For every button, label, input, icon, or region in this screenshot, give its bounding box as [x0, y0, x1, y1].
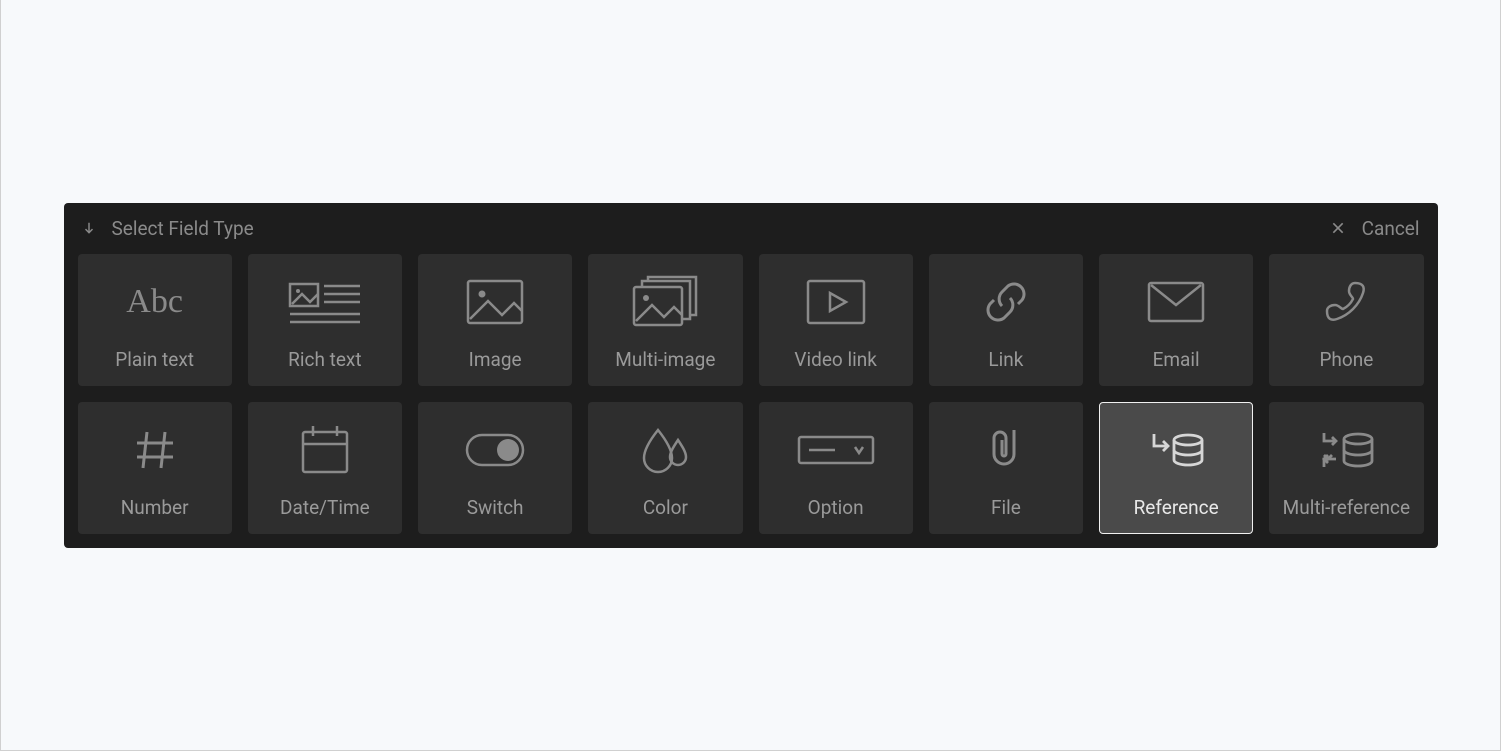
field-type-email[interactable]: Email [1099, 254, 1253, 386]
field-type-label: Rich text [288, 348, 361, 371]
field-type-date-time[interactable]: Date/Time [248, 402, 402, 534]
field-type-multi-image[interactable]: Multi-image [588, 254, 742, 386]
field-type-number[interactable]: Number [78, 402, 232, 534]
hash-icon [133, 422, 177, 478]
field-type-video-link[interactable]: Video link [759, 254, 913, 386]
field-type-rich-text[interactable]: Rich text [248, 254, 402, 386]
calendar-icon [299, 422, 351, 478]
switch-icon [465, 422, 525, 478]
richtext-icon [288, 274, 362, 330]
field-type-label: Number [121, 496, 189, 519]
file-icon [986, 422, 1026, 478]
field-type-grid: Abc Plain text Rich text Image Multi-imag… [78, 254, 1424, 534]
field-type-option[interactable]: Option [759, 402, 913, 534]
multi-image-icon [632, 274, 698, 330]
multi-reference-icon [1318, 422, 1374, 478]
field-type-label: File [991, 496, 1021, 519]
panel-title-group: Select Field Type [82, 217, 254, 240]
color-icon [640, 422, 690, 478]
field-type-color[interactable]: Color [588, 402, 742, 534]
cancel-label: Cancel [1362, 217, 1420, 240]
reference-icon [1148, 422, 1204, 478]
panel-title: Select Field Type [112, 217, 254, 240]
field-type-label: Date/Time [280, 496, 370, 519]
field-type-label: Color [643, 496, 688, 519]
field-type-file[interactable]: File [929, 402, 1083, 534]
field-type-label: Image [469, 348, 522, 371]
field-type-image[interactable]: Image [418, 254, 572, 386]
field-type-link[interactable]: Link [929, 254, 1083, 386]
link-icon [982, 274, 1030, 330]
cancel-button[interactable]: Cancel [1330, 217, 1420, 240]
field-type-label: Video link [794, 348, 876, 371]
phone-icon [1323, 274, 1369, 330]
field-type-multi-reference[interactable]: Multi-reference [1269, 402, 1423, 534]
field-type-label: Link [988, 348, 1023, 371]
image-icon [466, 274, 524, 330]
field-type-label: Reference [1134, 496, 1219, 519]
panel-header: Select Field Type Cancel [78, 217, 1424, 254]
field-type-panel: Select Field Type Cancel Abc Plain text R… [64, 203, 1438, 548]
field-type-phone[interactable]: Phone [1269, 254, 1423, 386]
field-type-switch[interactable]: Switch [418, 402, 572, 534]
field-type-plain-text[interactable]: Abc Plain text [78, 254, 232, 386]
video-icon [806, 274, 866, 330]
option-icon [797, 422, 875, 478]
field-type-reference[interactable]: Reference [1099, 402, 1253, 534]
field-type-label: Switch [467, 496, 524, 519]
abc-icon: Abc [126, 274, 183, 330]
arrow-down-icon [82, 221, 96, 235]
email-icon [1147, 274, 1205, 330]
field-type-label: Multi-image [615, 348, 715, 371]
field-type-label: Multi-reference [1283, 496, 1410, 519]
field-type-label: Plain text [115, 348, 194, 371]
field-type-label: Phone [1319, 348, 1373, 371]
field-type-label: Email [1153, 348, 1200, 371]
field-type-label: Option [808, 496, 864, 519]
close-icon [1330, 220, 1346, 236]
